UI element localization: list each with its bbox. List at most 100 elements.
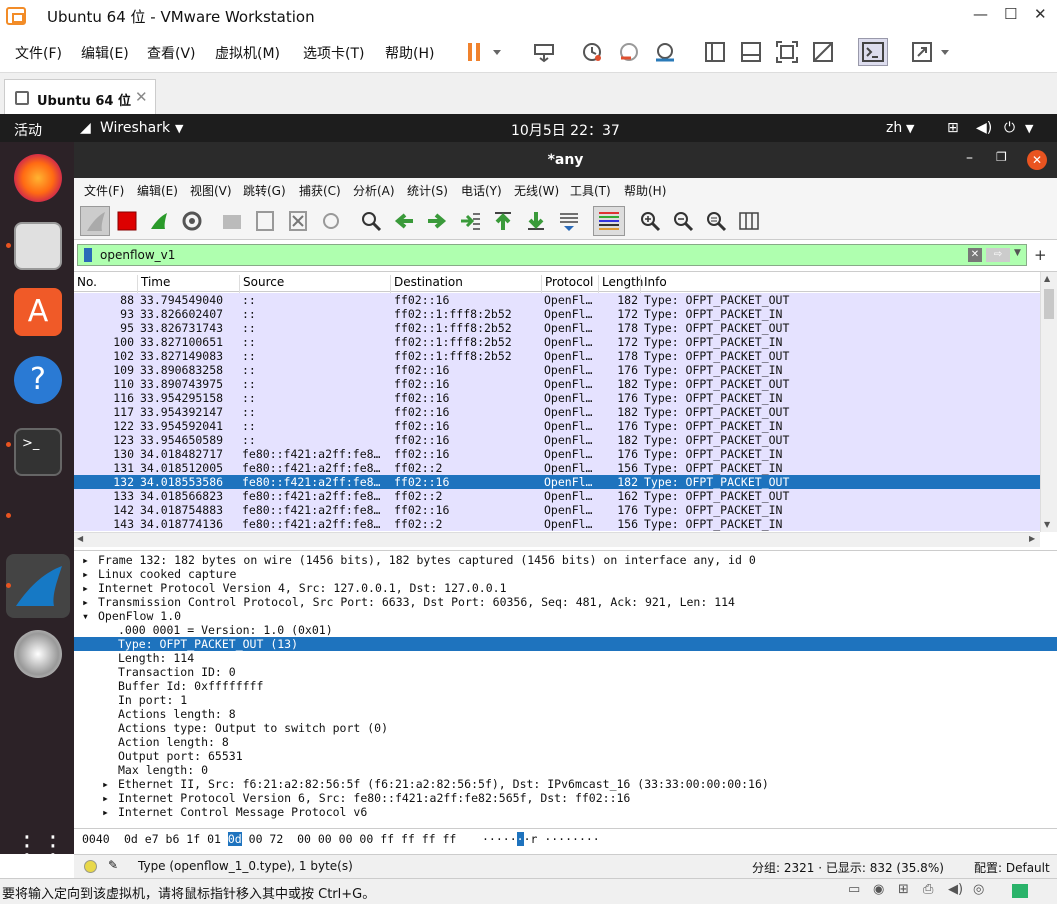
packet-row[interactable]: 88 33.794549040:: ff02::16 OpenFl… 182 Type: … <box>74 293 1040 307</box>
display-filter-bar[interactable]: openflow_v1 ✕ ⇨ ▼ <box>77 244 1027 266</box>
ws-menu-telephony[interactable]: 电话(Y) <box>461 182 502 199</box>
menu-file[interactable]: 文件(F) <box>15 43 62 63</box>
activities-button[interactable]: 活动 <box>14 120 42 140</box>
detail-row[interactable]: Output port: 65531 <box>74 749 1057 763</box>
col-source[interactable]: Source <box>239 275 390 293</box>
display-filter-input[interactable]: openflow_v1 <box>100 248 175 262</box>
display-icon[interactable]: ◎ <box>973 882 984 897</box>
detail-row[interactable]: ▸ Frame 132: 182 bytes on wire (1456 bits… <box>74 553 1057 567</box>
detail-row[interactable]: ▸ Linux cooked capture <box>74 567 1057 581</box>
zoom-out-icon[interactable] <box>672 210 694 232</box>
snapshot-manager-icon[interactable] <box>653 40 677 64</box>
expand-arrow-icon[interactable]: ▸ <box>102 791 109 805</box>
packet-row[interactable]: 109 33.890683258:: ff02::16 OpenFl… 176 Type:… <box>74 363 1040 377</box>
add-filter-button-icon[interactable]: + <box>1034 246 1047 264</box>
packet-row[interactable]: 130 34.018482717 fe80::f421:a2ff:fe8… ff02:… <box>74 447 1040 461</box>
bytes-ascii[interactable]: ·······r ········ <box>482 832 600 846</box>
message-log-icon[interactable] <box>1012 884 1028 898</box>
detail-row[interactable]: Transaction ID: 0 <box>74 665 1057 679</box>
last-packet-icon[interactable] <box>525 210 547 232</box>
pause-icon[interactable] <box>462 40 486 64</box>
packet-list-vscrollbar[interactable]: ▲ ▼ <box>1040 272 1057 532</box>
files-icon[interactable] <box>14 222 62 270</box>
fullscreen-icon[interactable] <box>775 40 799 64</box>
colorize-icon[interactable] <box>593 206 625 236</box>
expand-arrow-icon[interactable]: ▸ <box>102 777 109 791</box>
open-file-icon[interactable] <box>221 210 243 232</box>
expand-arrow-icon[interactable]: ▸ <box>102 805 109 819</box>
ws-menu-go[interactable]: 跳转(G) <box>243 182 286 199</box>
detail-row[interactable]: ▸ Internet Protocol Version 4, Src: 127.0… <box>74 581 1057 595</box>
stop-capture-icon[interactable] <box>116 210 138 232</box>
go-forward-icon[interactable] <box>426 210 448 232</box>
detail-row[interactable]: Max length: 0 <box>74 763 1057 777</box>
packet-row[interactable]: 110 33.890743975:: ff02::16 OpenFl… 182 Type:… <box>74 377 1040 391</box>
bytes-hex[interactable]: 0d e7 b6 1f 01 0d 00 72 00 00 00 00 ff f… <box>124 832 456 846</box>
reload-file-icon[interactable] <box>320 210 342 232</box>
tab-close-icon[interactable]: ✕ <box>135 88 148 106</box>
volume-icon[interactable]: ◀) <box>976 120 992 136</box>
ws-menu-wireless[interactable]: 无线(W) <box>514 182 559 199</box>
minimize-icon[interactable]: — <box>973 5 988 23</box>
help-icon[interactable]: ? <box>14 356 62 404</box>
status-profile[interactable]: 配置: Default <box>974 859 1050 876</box>
packet-row[interactable]: 143 34.018774136 fe80::f421:a2ff:fe8… ff02:… <box>74 517 1040 531</box>
wireshark-icon-bg[interactable] <box>6 554 70 618</box>
snapshot-icon[interactable] <box>580 40 604 64</box>
app-menu-chevron-icon[interactable]: ▼ <box>175 122 183 135</box>
start-capture-icon[interactable] <box>80 206 110 236</box>
packet-row[interactable]: 95 33.826731743:: ff02::1:fff8:2b52 OpenFl…… <box>74 321 1040 335</box>
packet-row[interactable]: 102 33.827149083:: ff02::1:fff8:2b52 OpenFl… <box>74 349 1040 363</box>
menu-view[interactable]: 查看(V) <box>147 43 196 63</box>
expand-arrow-icon[interactable]: ▸ <box>82 595 89 609</box>
printer-icon[interactable]: ⎙ <box>923 882 933 897</box>
ws-menu-capture[interactable]: 捕获(C) <box>299 182 341 199</box>
close-file-icon[interactable] <box>287 210 309 232</box>
show-apps-icon[interactable]: ⋮⋮⋮ <box>14 822 92 870</box>
menu-edit[interactable]: 编辑(E) <box>81 43 129 63</box>
menu-help[interactable]: 帮助(H) <box>385 43 434 63</box>
autoscroll-icon[interactable] <box>558 210 580 232</box>
software-icon[interactable]: A <box>14 288 62 336</box>
restart-capture-icon[interactable] <box>148 210 170 232</box>
detail-row[interactable]: Buffer Id: 0xffffffff <box>74 679 1057 693</box>
edit-comment-icon[interactable]: ✎ <box>108 858 118 872</box>
detail-row[interactable]: In port: 1 <box>74 693 1057 707</box>
dvd-icon[interactable] <box>14 630 62 678</box>
menu-vm[interactable]: 虚拟机(M) <box>215 43 280 63</box>
ws-menu-tools[interactable]: 工具(T) <box>570 182 611 199</box>
detail-row[interactable]: Actions length: 8 <box>74 707 1057 721</box>
packet-row[interactable]: 122 33.954592041:: ff02::16 OpenFl… 176 Type:… <box>74 419 1040 433</box>
ws-restore-icon[interactable]: ❐ <box>996 150 1007 164</box>
expand-arrow-icon[interactable]: ▸ <box>82 553 89 567</box>
packet-row[interactable]: 133 34.018566823 fe80::f421:a2ff:fe8… ff02:… <box>74 489 1040 503</box>
network-adapter-icon[interactable]: ⊞ <box>898 882 909 897</box>
system-menu-chevron-icon[interactable]: ▼ <box>1025 122 1033 135</box>
col-info[interactable]: Info <box>640 275 1040 293</box>
packet-row[interactable]: 131 34.018512005 fe80::f421:a2ff:fe8… ff02:… <box>74 461 1040 475</box>
packet-list-hscrollbar[interactable]: ◀ ▶ <box>74 532 1040 547</box>
ws-minimize-icon[interactable]: – <box>966 150 973 166</box>
packet-row[interactable]: 117 33.954392147:: ff02::16 OpenFl… 182 Type:… <box>74 405 1040 419</box>
ws-menu-view[interactable]: 视图(V) <box>190 182 232 199</box>
ws-menu-help[interactable]: 帮助(H) <box>624 182 666 199</box>
packet-row[interactable]: 100 33.827100651:: ff02::1:fff8:2b52 OpenFl… <box>74 335 1040 349</box>
detail-row[interactable]: .000 0001 = Version: 1.0 (0x01) <box>74 623 1057 637</box>
filter-history-chevron-icon[interactable]: ▼ <box>1014 248 1021 258</box>
menu-tabs[interactable]: 选项卡(T) <box>303 43 364 63</box>
terminal-icon[interactable]: >_ <box>14 428 62 476</box>
apply-filter-icon[interactable]: ⇨ <box>986 248 1010 262</box>
stretch-dropdown-icon[interactable] <box>938 40 952 64</box>
resize-columns-icon[interactable] <box>738 210 760 232</box>
pause-dropdown-icon[interactable] <box>490 40 504 64</box>
col-time[interactable]: Time <box>137 275 237 293</box>
capture-options-icon[interactable] <box>181 210 203 232</box>
sidebar-toggle-icon[interactable] <box>703 40 727 64</box>
unity-icon[interactable] <box>811 40 835 64</box>
app-menu-label[interactable]: Wireshark <box>100 120 170 136</box>
revert-snapshot-icon[interactable] <box>617 40 641 64</box>
col-destination[interactable]: Destination <box>390 275 541 293</box>
detail-row[interactable]: ▸ Internet Control Message Protocol v6 <box>74 805 1057 819</box>
detail-row[interactable]: Actions type: Output to switch port (0) <box>74 721 1057 735</box>
normal-size-icon[interactable] <box>705 210 727 232</box>
